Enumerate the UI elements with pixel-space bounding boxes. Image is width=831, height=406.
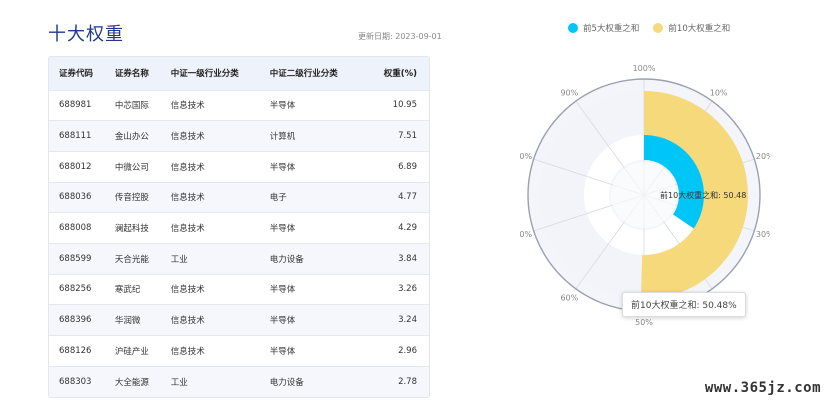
tick-label: 10% <box>710 88 728 97</box>
tick-label: 50% <box>635 318 653 327</box>
table-header-row: 证券代码 证券名称 中证一级行业分类 中证二级行业分类 权重(%) <box>49 57 429 90</box>
cell-industry-2: 半导体 <box>269 224 296 235</box>
cell-industry-2: 电力设备 <box>269 377 304 388</box>
polar-bar-chart: 100% 10% 20% 30% 50% 60% 70% 80% 90% 前10大权重之和: 50… <box>520 64 770 327</box>
cell-weight: 3.84 <box>398 253 417 264</box>
cell-industry-2: 半导体 <box>269 101 296 112</box>
cell-weight: 3.26 <box>398 284 417 295</box>
header-name: 证券名称 <box>114 69 149 80</box>
cell-industry-1: 工业 <box>170 377 188 388</box>
cell-name: 大全能源 <box>114 377 149 388</box>
cell-weight: 2.96 <box>398 345 417 356</box>
cell-name: 华润微 <box>114 316 141 327</box>
legend-dot-top5 <box>568 23 578 33</box>
table-row: 688981 中芯国际 信息技术 半导体 10.95 <box>49 90 429 121</box>
watermark: www.365jz.com <box>704 380 821 396</box>
cell-weight: 4.29 <box>398 223 417 234</box>
table-row: 688396 华润微 信息技术 半导体 3.24 <box>49 304 429 336</box>
weights-table: 证券代码 证券名称 中证一级行业分类 中证二级行业分类 权重(%) 688981… <box>48 56 430 398</box>
cell-industry-2: 半导体 <box>269 316 296 327</box>
update-date: 更新日期: 2023-09-01 <box>358 32 442 41</box>
cell-weight: 10.95 <box>392 100 417 111</box>
table-row: 688303 大全能源 工业 电力设备 2.78 <box>49 366 429 397</box>
cell-code: 688008 <box>59 223 92 234</box>
cell-weight: 7.51 <box>398 131 417 142</box>
header-code: 证券代码 <box>59 69 94 80</box>
cell-industry-1: 工业 <box>170 254 188 265</box>
cell-code: 688303 <box>59 376 92 387</box>
table-row: 688111 金山办公 信息技术 计算机 7.51 <box>49 120 429 152</box>
cell-code: 688036 <box>59 192 92 203</box>
cell-industry-2: 半导体 <box>269 162 296 173</box>
cell-weight: 2.78 <box>398 376 417 387</box>
cell-weight: 3.24 <box>398 315 417 326</box>
legend-dot-top10 <box>653 23 664 33</box>
cell-name: 天合光能 <box>114 254 149 265</box>
header-industry-1: 中证一级行业分类 <box>170 69 239 80</box>
table-row: 688256 寒武纪 信息技术 半导体 3.26 <box>49 274 429 305</box>
cell-name: 寒武纪 <box>114 285 141 296</box>
cell-industry-1: 信息技术 <box>170 316 205 327</box>
tick-label: 30% <box>756 230 770 239</box>
cell-weight: 6.89 <box>398 161 417 172</box>
cell-code: 688111 <box>59 131 92 142</box>
table-row: 688012 中微公司 信息技术 半导体 6.89 <box>49 151 429 182</box>
cell-industry-1: 信息技术 <box>170 162 205 173</box>
cell-code: 688599 <box>59 253 92 264</box>
table-row: 688036 传音控股 信息技术 电子 4.77 <box>49 182 429 213</box>
page-title: 十大权重 <box>48 24 124 45</box>
table-row: 688126 沪硅产业 信息技术 半导体 2.96 <box>49 335 429 367</box>
legend-top10[interactable]: 前10大权重之和 <box>653 22 730 34</box>
table-row: 688599 天合光能 工业 电力设备 3.84 <box>49 243 429 275</box>
inner-label: 前10大权重之和: 50.48 <box>660 190 746 200</box>
tick-label: 20% <box>756 152 770 161</box>
cell-industry-1: 信息技术 <box>170 346 205 357</box>
header-weight: 权重(%) <box>383 69 417 80</box>
chart-legend: 前5大权重之和 前10大权重之和 <box>568 22 730 34</box>
cell-code: 688981 <box>59 100 92 111</box>
cell-name: 中芯国际 <box>114 101 149 112</box>
chart-tooltip: 前10大权重之和: 50.48% <box>622 292 746 317</box>
cell-name: 沪硅产业 <box>114 346 149 357</box>
legend-label-top10: 前10大权重之和 <box>668 24 731 34</box>
cell-industry-2: 半导体 <box>269 285 296 296</box>
tick-label: 90% <box>560 88 578 97</box>
cell-industry-1: 信息技术 <box>170 224 205 235</box>
cell-industry-2: 计算机 <box>269 132 296 143</box>
cell-industry-1: 信息技术 <box>170 193 205 204</box>
header-industry-2: 中证二级行业分类 <box>269 69 338 80</box>
cell-name: 传音控股 <box>114 193 149 204</box>
cell-industry-1: 信息技术 <box>170 101 205 112</box>
cell-industry-1: 信息技术 <box>170 132 205 143</box>
legend-label-top5: 前5大权重之和 <box>583 24 640 34</box>
tick-label: 100% <box>633 64 656 73</box>
tick-label: 70% <box>520 230 533 239</box>
cell-industry-1: 信息技术 <box>170 285 205 296</box>
cell-name: 金山办公 <box>114 132 149 143</box>
cell-name: 澜起科技 <box>114 224 149 235</box>
tick-label: 80% <box>520 152 533 161</box>
cell-code: 688256 <box>59 284 92 295</box>
legend-top5[interactable]: 前5大权重之和 <box>568 22 639 34</box>
table-row: 688008 澜起科技 信息技术 半导体 4.29 <box>49 212 429 244</box>
cell-code: 688126 <box>59 345 92 356</box>
tick-label: 60% <box>560 294 578 303</box>
cell-industry-2: 半导体 <box>269 346 296 357</box>
cell-industry-2: 电子 <box>269 193 287 204</box>
cell-code: 688012 <box>59 161 92 172</box>
cell-code: 688396 <box>59 315 92 326</box>
cell-weight: 4.77 <box>398 192 417 203</box>
cell-industry-2: 电力设备 <box>269 254 304 265</box>
cell-name: 中微公司 <box>114 162 149 173</box>
